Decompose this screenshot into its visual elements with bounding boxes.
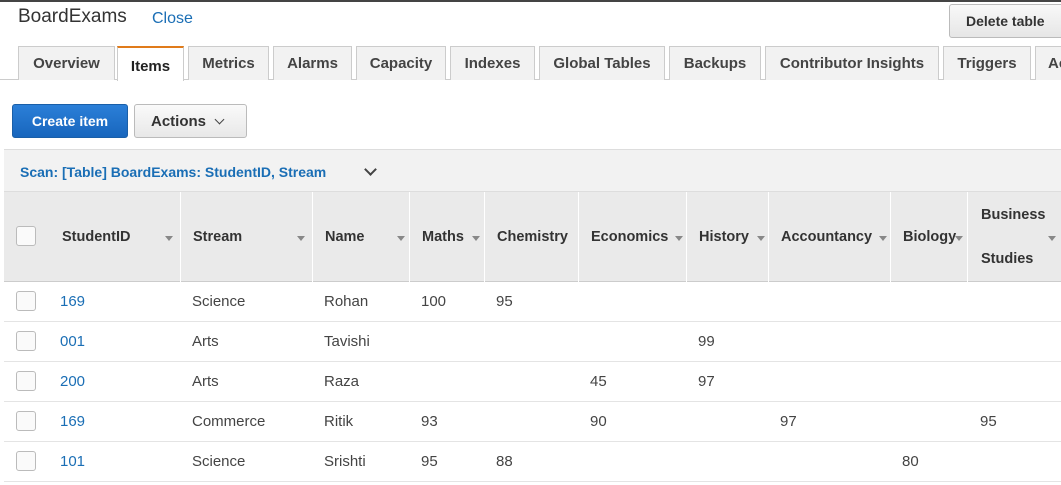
sort-icon[interactable] xyxy=(397,236,405,241)
cell-name: Raza xyxy=(324,373,360,390)
sort-icon[interactable] xyxy=(955,236,963,241)
column-label: Studies xyxy=(981,251,1034,267)
column-label: Biology xyxy=(903,229,957,245)
cell-maths: 95 xyxy=(421,453,438,470)
column-header-history[interactable]: History xyxy=(687,192,769,282)
column-label: History xyxy=(699,229,749,245)
sort-icon[interactable] xyxy=(757,236,765,241)
column-label: Accountancy xyxy=(781,229,873,245)
column-label: Chemistry xyxy=(497,229,568,245)
row-checkbox[interactable] xyxy=(16,451,36,471)
studentid-link[interactable]: 101 xyxy=(60,453,85,470)
studentid-link[interactable]: 169 xyxy=(60,413,85,430)
cell-biology: 80 xyxy=(902,453,919,470)
column-header-chemistry[interactable]: Chemistry xyxy=(485,192,579,282)
tab-overview[interactable]: Overview xyxy=(18,46,115,80)
tab-triggers[interactable]: Triggers xyxy=(943,46,1031,80)
row-checkbox[interactable] xyxy=(16,371,36,391)
cell-economics: 90 xyxy=(590,413,607,430)
sort-icon[interactable] xyxy=(675,236,683,241)
column-header-maths[interactable]: Maths xyxy=(410,192,485,282)
column-header-accountancy[interactable]: Accountancy xyxy=(769,192,891,282)
row-checkbox[interactable] xyxy=(16,291,36,311)
tab-alarms[interactable]: Alarms xyxy=(273,46,352,80)
tab-access-control[interactable]: Ac xyxy=(1035,46,1061,80)
column-label: Name xyxy=(325,229,365,245)
cell-stream: Science xyxy=(192,293,246,310)
column-label: Maths xyxy=(422,229,464,245)
studentid-link[interactable]: 169 xyxy=(60,293,85,310)
table-row[interactable]: 101 Science Srishti 95 88 80 xyxy=(4,442,1061,482)
column-label: StudentID xyxy=(62,229,131,245)
column-header-economics[interactable]: Economics xyxy=(579,192,687,282)
cell-chemistry: 88 xyxy=(496,453,513,470)
cell-history: 97 xyxy=(698,373,715,390)
cell-economics: 45 xyxy=(590,373,607,390)
row-checkbox[interactable] xyxy=(16,411,36,431)
cell-chemistry: 95 xyxy=(496,293,513,310)
column-label: Stream xyxy=(193,229,243,245)
column-label: Economics xyxy=(591,229,669,245)
tab-backups[interactable]: Backups xyxy=(669,46,761,80)
tab-contributor-insights[interactable]: Contributor Insights xyxy=(765,46,939,80)
cell-stream: Science xyxy=(192,453,246,470)
row-checkbox[interactable] xyxy=(16,331,36,351)
table-header: StudentID Stream Name Maths Chemistry Ec… xyxy=(4,192,1061,282)
cell-stream: Commerce xyxy=(192,413,266,430)
actions-dropdown[interactable]: Actions xyxy=(134,104,247,138)
studentid-link[interactable]: 200 xyxy=(60,373,85,390)
tab-items[interactable]: Items xyxy=(117,46,184,81)
cell-maths: 100 xyxy=(421,293,447,310)
table-row[interactable]: 169 Science Rohan 100 95 xyxy=(4,282,1061,322)
table-row[interactable]: 200 Arts Raza 45 97 xyxy=(4,362,1061,402)
cell-name: Srishti xyxy=(324,453,366,470)
column-header-studentid[interactable]: StudentID xyxy=(48,192,181,282)
select-all-checkbox[interactable] xyxy=(16,226,36,246)
cell-maths: 93 xyxy=(421,413,438,430)
table-row[interactable]: 001 Arts Tavishi 99 xyxy=(4,322,1061,362)
column-header-stream[interactable]: Stream xyxy=(181,192,313,282)
tab-indexes[interactable]: Indexes xyxy=(450,46,535,80)
cell-business-studies: 95 xyxy=(980,413,997,430)
actions-label: Actions xyxy=(151,112,207,130)
scan-selector[interactable]: Scan: [Table] BoardExams: StudentID, Str… xyxy=(20,164,326,180)
cell-name: Rohan xyxy=(324,293,369,310)
delete-table-button[interactable]: Delete table xyxy=(949,4,1061,38)
cell-name: Tavishi xyxy=(324,333,370,350)
sort-icon[interactable] xyxy=(1048,236,1056,241)
table-row[interactable]: 169 Commerce Ritik 93 90 97 95 xyxy=(4,402,1061,442)
sort-icon[interactable] xyxy=(165,236,173,241)
sort-icon[interactable] xyxy=(472,236,480,241)
cell-name: Ritik xyxy=(324,413,354,430)
column-label: Business xyxy=(981,207,1046,223)
cell-accountancy: 97 xyxy=(780,413,797,430)
tab-metrics[interactable]: Metrics xyxy=(188,46,269,80)
column-header-biology[interactable]: Biology xyxy=(891,192,968,282)
close-link[interactable]: Close xyxy=(152,10,193,28)
tab-capacity[interactable]: Capacity xyxy=(356,46,446,80)
cell-history: 99 xyxy=(698,333,715,350)
scan-bar: Scan: [Table] BoardExams: StudentID, Str… xyxy=(4,149,1061,192)
tab-global-tables[interactable]: Global Tables xyxy=(539,46,665,80)
tab-bar: Overview Items Metrics Alarms Capacity I… xyxy=(0,46,1061,81)
cell-stream: Arts xyxy=(192,333,219,350)
table-title: BoardExams xyxy=(18,6,127,27)
chevron-down-icon xyxy=(214,114,225,124)
column-header-business-studies[interactable]: Business Studies xyxy=(968,192,1061,282)
chevron-down-icon[interactable] xyxy=(364,163,377,176)
studentid-link[interactable]: 001 xyxy=(60,333,85,350)
sort-icon[interactable] xyxy=(297,236,305,241)
sort-icon[interactable] xyxy=(879,236,887,241)
cell-stream: Arts xyxy=(192,373,219,390)
create-item-button[interactable]: Create item xyxy=(12,104,128,138)
column-header-name[interactable]: Name xyxy=(313,192,410,282)
